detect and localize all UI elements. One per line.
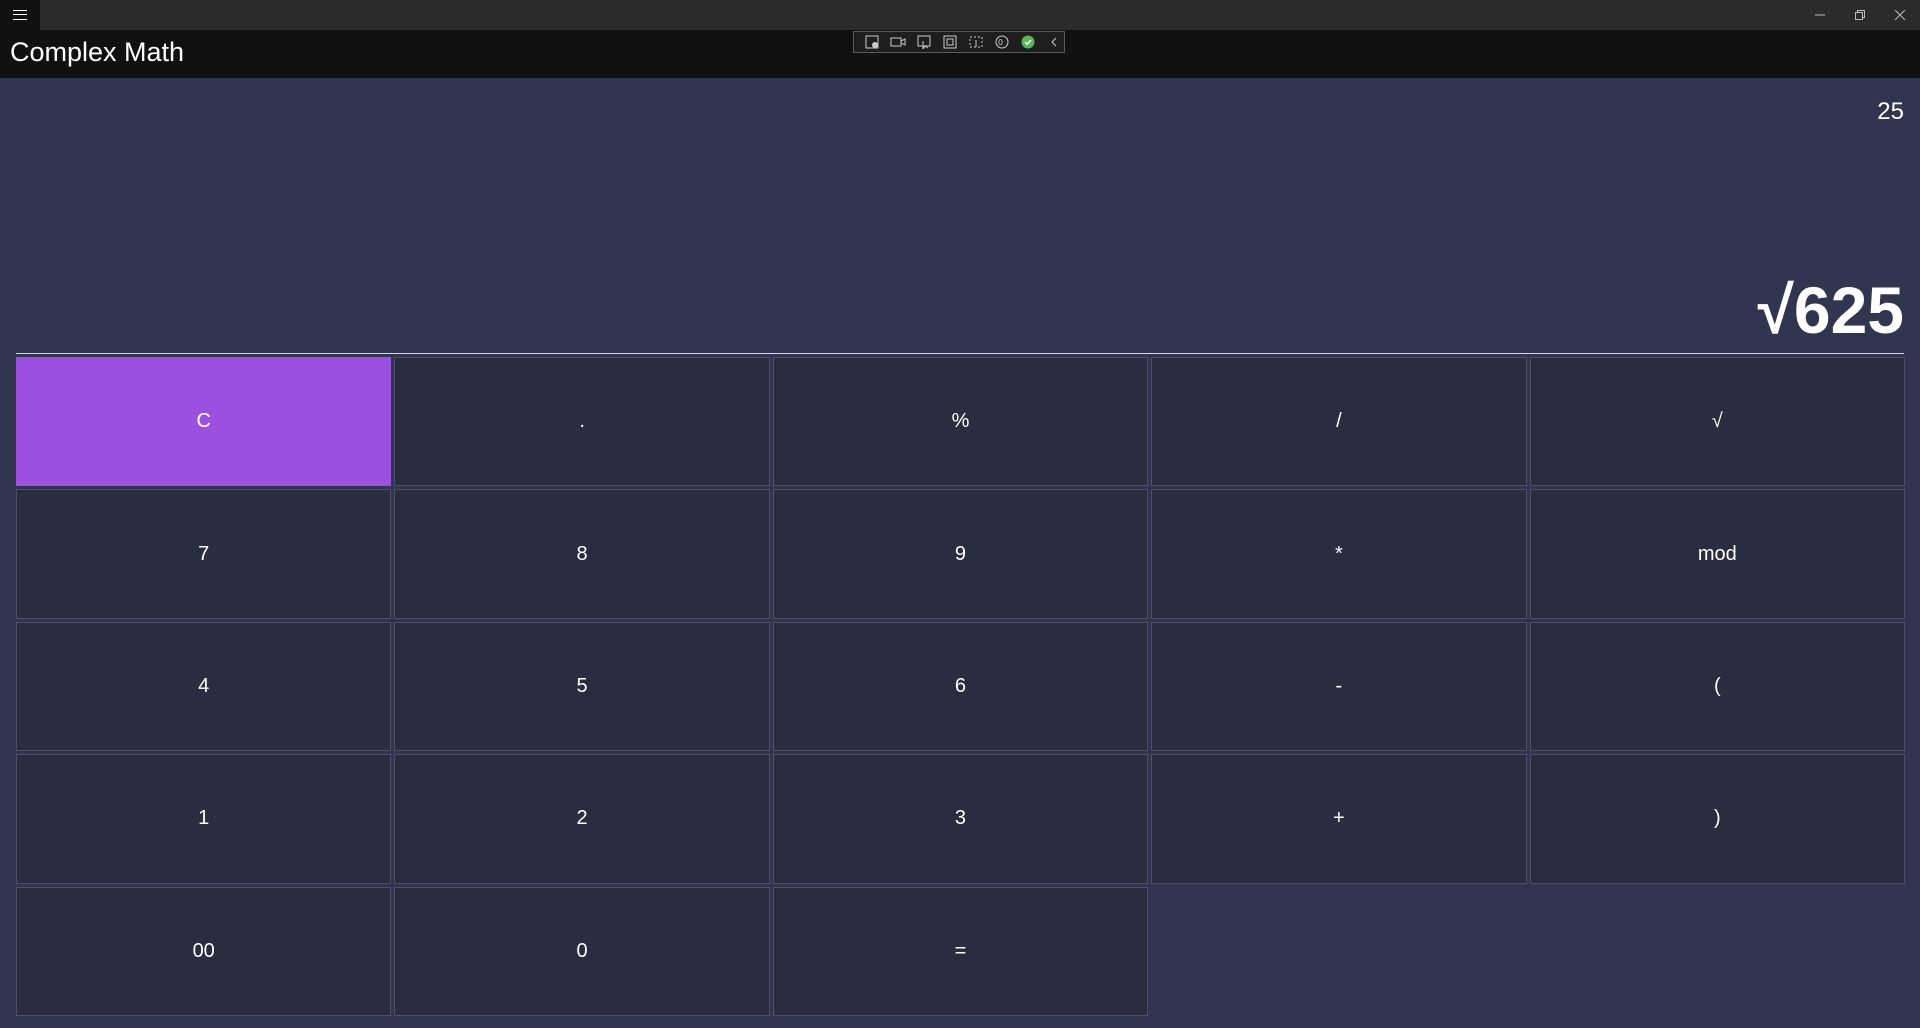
select-element-icon[interactable]	[914, 34, 934, 50]
close-paren-button[interactable]: )	[1529, 754, 1905, 884]
digit-2-button[interactable]: 2	[394, 754, 770, 884]
percent-button[interactable]: %	[772, 357, 1149, 487]
live-visual-tree-icon[interactable]	[862, 34, 882, 50]
minimize-button[interactable]	[1800, 0, 1840, 30]
modulo-button[interactable]: mod	[1529, 489, 1905, 619]
hamburger-menu-button[interactable]	[0, 0, 40, 30]
close-icon	[1895, 10, 1905, 20]
decimal-point-button[interactable]: .	[394, 357, 770, 487]
double-zero-button[interactable]: 00	[16, 886, 392, 1016]
close-button[interactable]	[1880, 0, 1920, 30]
window-titlebar	[0, 0, 1920, 30]
restore-button[interactable]	[1840, 0, 1880, 30]
display-divider	[16, 353, 1904, 354]
clear-button[interactable]: C	[16, 357, 392, 487]
digit-7-button[interactable]: 7	[16, 489, 392, 619]
digit-1-button[interactable]: 1	[16, 754, 392, 884]
restore-icon	[1855, 10, 1865, 20]
video-camera-icon[interactable]	[888, 34, 908, 50]
no-issues-check-icon[interactable]	[1018, 34, 1038, 50]
binding-failures-icon[interactable]: 0	[992, 34, 1012, 50]
add-button[interactable]: +	[1151, 754, 1527, 884]
divide-button[interactable]: /	[1151, 357, 1527, 487]
svg-text:0: 0	[998, 38, 1003, 47]
multiply-button[interactable]: *	[1151, 489, 1527, 619]
digit-3-button[interactable]: 3	[772, 754, 1149, 884]
keypad: C . % / √ 7 8 9 * mod 4 5 6 - ( 1 2 3 + …	[16, 357, 1905, 1016]
result-value: 25	[1877, 98, 1904, 125]
digit-6-button[interactable]: 6	[772, 621, 1149, 752]
debug-toolbar: 0	[853, 31, 1065, 53]
app-title: Complex Math	[10, 37, 185, 67]
subtract-button[interactable]: -	[1151, 621, 1527, 752]
display-layout-adorners-icon[interactable]	[940, 34, 960, 50]
square-root-button[interactable]: √	[1529, 357, 1905, 487]
digit-9-button[interactable]: 9	[772, 489, 1149, 619]
hamburger-icon	[13, 10, 27, 20]
window-controls	[1800, 0, 1920, 30]
digit-8-button[interactable]: 8	[394, 489, 770, 619]
minimize-icon	[1815, 14, 1825, 16]
expression-value: √625	[1757, 273, 1904, 347]
equals-button[interactable]: =	[772, 886, 1149, 1016]
digit-4-button[interactable]: 4	[16, 621, 392, 752]
digit-0-button[interactable]: 0	[394, 886, 770, 1016]
open-paren-button[interactable]: (	[1529, 621, 1905, 752]
collapse-toolbar-chevron-icon[interactable]	[1044, 34, 1064, 50]
track-focus-icon[interactable]	[966, 34, 986, 50]
digit-5-button[interactable]: 5	[394, 621, 770, 752]
calculator-display: 25 √625	[0, 78, 1920, 353]
